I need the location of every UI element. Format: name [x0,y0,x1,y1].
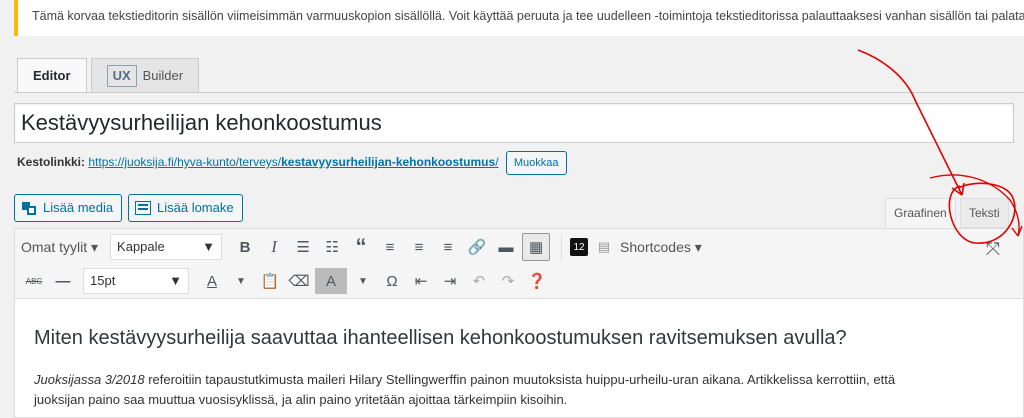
background-color-icon[interactable]: A [315,268,347,294]
tab-divider [14,92,1024,93]
bold-icon[interactable]: B [232,234,258,260]
blockquote-icon[interactable]: “ [348,234,374,260]
notice-text: Tämä korvaa tekstieditorin sisällön viim… [32,9,1024,23]
align-right-icon[interactable]: ≡ [435,234,461,260]
toolbar-row-1: Omat tyylit ▾ Kappale ▼ B I ☰ ☷ “ ≡ ≡ ≡ 🔗… [21,232,705,262]
clear-formatting-icon[interactable]: ⌫ [286,268,312,294]
fullscreen-icon[interactable]: ⤧ [980,236,1006,262]
link-icon[interactable]: 🔗 [464,234,490,260]
text-color-icon[interactable]: A [199,268,225,294]
toolbar-separator [561,234,563,260]
paste-as-text-icon[interactable]: 📋 [257,268,283,294]
shortcodes-dropdown[interactable]: Shortcodes ▾ [620,234,702,260]
permalink-link[interactable]: https://juoksija.fi/hyva-kunto/terveys/k… [88,155,498,169]
strikethrough-icon[interactable]: ABC [21,268,47,294]
font-size-select[interactable]: 15pt ▼ [83,268,189,294]
toolbar-row-2: ABC — 15pt ▼ A ▼ 📋 ⌫ A ▼ Ω ⇤ ⇥ ↶ ↷ ❓ [21,266,553,296]
editor-tabs: Editor UX Builder [17,58,203,93]
content-editor[interactable]: Omat tyylit ▾ Kappale ▼ B I ☰ ☷ “ ≡ ≡ ≡ 🔗… [14,228,1024,418]
special-character-icon[interactable]: Ω [379,268,405,294]
chevron-down-icon: ▼ [202,239,216,254]
font-size-value: 15pt [90,273,116,288]
form-icon [135,201,151,215]
add-media-button[interactable]: Lisää media [14,194,123,222]
content-heading: Miten kestävyysurheilija saavuttaa ihant… [34,327,847,349]
media-icon [21,200,37,216]
read-more-icon[interactable]: ▬ [493,234,519,260]
redo-icon[interactable]: ↷ [495,268,521,294]
chevron-down-icon: ▼ [169,273,182,288]
permalink-base: https://juoksija.fi/hyva-kunto/terveys/ [88,155,282,170]
permalink-label: Kestolinkki: [17,155,86,170]
tab-visual[interactable]: Graafinen [885,198,956,228]
badge-12-icon[interactable]: 12 [570,238,589,256]
tab-builder-label: Builder [142,68,184,83]
background-color-dropdown-icon[interactable]: ▼ [350,268,376,294]
gallery-icon[interactable]: ▤ [591,234,617,260]
ux-badge: UX [106,65,137,87]
bullet-list-icon[interactable]: ☰ [290,234,316,260]
italic-icon[interactable]: I [261,234,287,260]
text-color-dropdown-icon[interactable]: ▼ [228,268,254,294]
permalink-trail: / [495,155,499,170]
custom-styles-dropdown[interactable]: Omat tyylit ▾ [21,234,98,260]
add-form-button[interactable]: Lisää lomake [128,194,243,222]
align-left-icon[interactable]: ≡ [377,234,403,260]
align-center-icon[interactable]: ≡ [406,234,432,260]
add-form-label: Lisää lomake [157,200,234,215]
editor-content[interactable]: Miten kestävyysurheilija saavuttaa ihant… [34,325,1013,410]
content-paragraph: Juoksijassa 3/2018 refer­oitiin tapaustu… [34,370,1013,410]
horizontal-line-icon[interactable]: — [50,268,76,294]
paragraph-italic: Juoksijassa 3/2018 [34,372,145,387]
tab-text[interactable]: Teksti [960,198,1009,228]
outdent-icon[interactable]: ⇤ [408,268,434,294]
toolbar-toggle-icon[interactable]: ▦ [522,233,551,261]
tab-editor[interactable]: Editor [17,58,87,93]
tab-ux-builder[interactable]: UX Builder [90,58,200,92]
post-title-input[interactable]: Kestävyysurheilijan kehonkoostumus [14,103,1014,143]
permalink-slug: kestavyysurheilijan-kehonkoostumus [281,155,496,170]
undo-icon[interactable]: ↶ [466,268,492,294]
post-title-text: Kestävyysurheilijan kehonkoostumus [21,110,382,135]
add-media-label: Lisää media [43,200,114,215]
restore-notice: Tämä korvaa tekstieditorin sisällön viim… [14,0,1024,36]
format-select[interactable]: Kappale ▼ [110,234,223,260]
paragraph-text: refer­oitiin tapaustutkimusta maileri Hi… [144,372,896,387]
indent-icon[interactable]: ⇥ [437,268,463,294]
numbered-list-icon[interactable]: ☷ [319,234,345,260]
paragraph-line-2: juoksijan paino saa muuttua vuosisykliss… [34,392,568,407]
permalink-row: Kestolinkki: https://juoksija.fi/hyva-ku… [17,151,567,175]
format-value: Kappale [117,239,165,254]
help-icon[interactable]: ❓ [524,268,550,294]
editor-toolbar: Omat tyylit ▾ Kappale ▼ B I ☰ ☷ “ ≡ ≡ ≡ 🔗… [15,229,1023,299]
permalink-edit-button[interactable]: Muokkaa [505,151,567,175]
